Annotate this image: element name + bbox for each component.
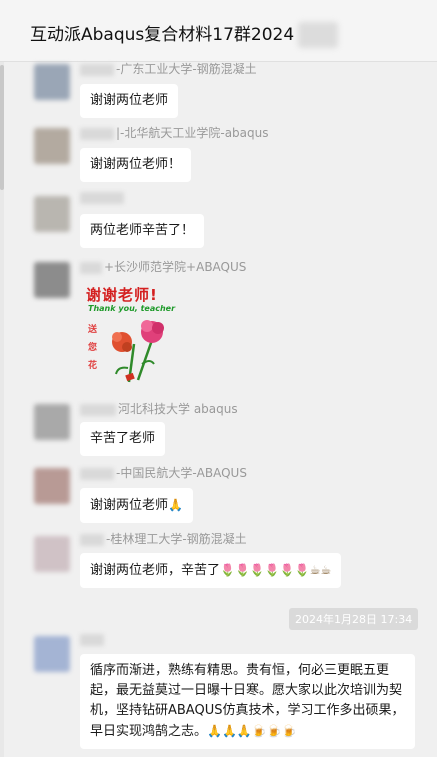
avatar[interactable]: [34, 128, 70, 164]
timestamp-badge: 2024年1月28日 17:34: [289, 608, 419, 630]
message-bubble[interactable]: 谢谢两位老师！: [80, 148, 192, 182]
tulip-icon: 🌷: [249, 563, 265, 577]
sticker-title: 谢谢老师!: [86, 286, 158, 304]
pray-icon: 🙏: [236, 724, 252, 738]
message-text: 辛苦了老师: [90, 431, 156, 446]
sender-name: 河北科技大学 abaqus: [80, 400, 238, 417]
redacted-name: [80, 467, 114, 480]
avatar[interactable]: [34, 536, 70, 572]
sender-name-text: -中国民航大学-ABAQUS: [116, 466, 247, 480]
sender-name-text: -桂林理工大学-钢筋混凝土: [106, 532, 247, 546]
tulip-icon: 🌷: [264, 563, 280, 577]
chat-title: 互动派Abaqus复合材料17群2024: [30, 20, 339, 48]
redacted-name: [80, 63, 114, 76]
sender-name: [80, 632, 106, 646]
sticker-vertical-text: 送: [88, 325, 98, 335]
carnation-flower-icon: [112, 320, 164, 383]
chat-header: 互动派Abaqus复合材料17群2024: [0, 0, 437, 62]
message-bubble[interactable]: 循序而渐进，熟练有精思。贵有恒，何必三更眠五更起，最无益莫过一日曝十日寒。愿大家…: [80, 654, 415, 749]
sender-name: [80, 190, 126, 204]
redacted-name: [80, 533, 104, 546]
avatar[interactable]: [34, 64, 70, 100]
tulip-icon: 🌷: [234, 563, 250, 577]
redacted-block: [298, 22, 339, 48]
coffee-icon: ☕: [309, 563, 321, 577]
sender-name: |-北华航天工业学院-abaqus: [80, 124, 269, 141]
message-bubble[interactable]: 谢谢两位老师，辛苦了🌷🌷🌷🌷🌷🌷☕☕: [80, 553, 342, 588]
tulip-icon: 🌷: [294, 563, 310, 577]
redacted-name: [80, 261, 102, 274]
tulip-icon: 🌷: [279, 563, 295, 577]
message-bubble[interactable]: 两位老师辛苦了！: [80, 214, 205, 248]
sender-name: -中国民航大学-ABAQUS: [80, 464, 247, 481]
sender-name-text: 河北科技大学 abaqus: [118, 402, 238, 416]
redacted-name: [80, 403, 116, 416]
message-bubble[interactable]: 谢谢两位老师🙏: [80, 488, 193, 523]
sender-name: -桂林理工大学-钢筋混凝土: [80, 530, 247, 547]
message-text: 谢谢两位老师: [90, 93, 169, 108]
redacted-name: [80, 633, 104, 646]
scrollbar-thumb[interactable]: [0, 65, 4, 190]
pray-icon: 🙏: [207, 724, 222, 738]
message-bubble[interactable]: 谢谢两位老师: [80, 84, 179, 118]
beer-icon: 🍺: [281, 724, 297, 738]
message-text: 两位老师辛苦了！: [90, 223, 195, 238]
sticker-vertical-text: 花: [88, 361, 98, 371]
pray-icon: 🙏: [168, 498, 183, 512]
beer-icon: 🍺: [251, 724, 267, 738]
chat-title-text: 互动派Abaqus复合材料17群2024: [30, 25, 295, 45]
sender-name: +长沙师范学院+ABAQUS: [80, 258, 246, 275]
avatar[interactable]: [34, 636, 70, 672]
sender-name-text: +长沙师范学院+ABAQUS: [104, 260, 247, 274]
redacted-name: [80, 191, 124, 204]
avatar[interactable]: [34, 262, 70, 298]
avatar[interactable]: [34, 196, 70, 232]
message-bubble[interactable]: 辛苦了老师: [80, 422, 166, 456]
message-text: 谢谢两位老师: [90, 498, 169, 513]
sticker-vertical-text: 您: [88, 343, 98, 353]
beer-icon: 🍺: [266, 724, 282, 738]
tulip-icon: 🌷: [220, 563, 235, 577]
sticker-subtitle: Thank you, teacher: [88, 304, 176, 313]
sticker-image[interactable]: 谢谢老师! Thank you, teacher 送 您 花: [84, 282, 180, 383]
sender-name-text: -广东工业大学-钢筋混凝土: [116, 62, 257, 76]
coffee-icon: ☕: [320, 563, 332, 577]
avatar[interactable]: [34, 468, 70, 504]
message-text: 谢谢两位老师！: [90, 157, 182, 172]
sender-name: -广东工业大学-钢筋混凝土: [80, 60, 257, 77]
redacted-name: [80, 127, 114, 140]
sender-name-text: |-北华航天工业学院-abaqus: [116, 126, 269, 140]
pray-icon: 🙏: [221, 724, 237, 738]
message-text: 谢谢两位老师，辛苦了: [90, 563, 221, 578]
avatar[interactable]: [34, 404, 70, 440]
